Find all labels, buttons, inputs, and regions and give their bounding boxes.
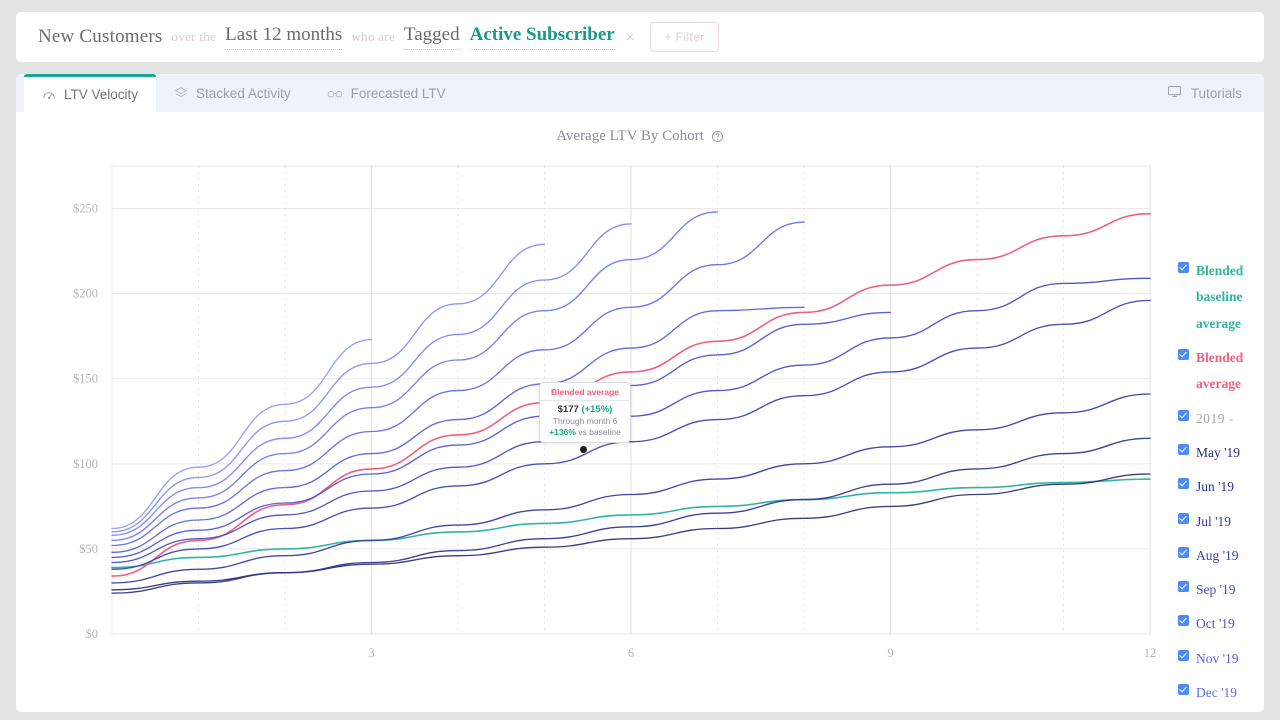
chart-region: Average LTV By Cohort $0 $50 $100 $150 $200 $… — [16, 112, 1264, 712]
chart-title-row: Average LTV By Cohort — [16, 112, 1264, 145]
legend-checkbox[interactable] — [1178, 513, 1189, 524]
legend-checkbox[interactable] — [1178, 650, 1189, 661]
legend-label: May '19 — [1196, 440, 1240, 466]
legend-label: Aug '19 — [1196, 543, 1239, 569]
tab-label: LTV Velocity — [64, 87, 138, 102]
chart-legend: Blended baseline average Blended average 2… — [1178, 258, 1264, 712]
legend-item-2019[interactable]: 2019 - — [1178, 406, 1264, 432]
legend-item-jul-19[interactable]: Jul '19 — [1178, 509, 1264, 535]
tab-ltv-velocity[interactable]: LTV Velocity — [24, 74, 156, 112]
tooltip-through: Through month 6 — [540, 416, 630, 426]
monitor-icon — [1167, 84, 1182, 102]
tooltip-marker-dot — [580, 446, 587, 453]
chart-tooltip: Blended average $177 (+15%) Through mont… — [539, 382, 631, 443]
tab-bar-spacer — [464, 74, 1145, 112]
tooltip-amount: $177 — [558, 404, 579, 415]
legend-item-blended-baseline-average[interactable]: Blended baseline average — [1178, 258, 1264, 337]
legend-label: Oct '19 — [1196, 611, 1235, 637]
page-title: Average LTV By Cohort — [556, 128, 704, 145]
app-page: New Customers over the Last 12 months wh… — [0, 0, 1280, 720]
svg-text:$0: $0 — [86, 627, 99, 641]
legend-label: Blended average — [1196, 345, 1264, 398]
legend-checkbox[interactable] — [1178, 478, 1189, 489]
svg-text:$250: $250 — [73, 202, 98, 216]
query-date-range[interactable]: Last 12 months — [225, 24, 342, 50]
tooltip-delta: (+15%) — [581, 404, 612, 415]
query-connector-who-are: who are — [351, 29, 395, 45]
svg-text:$50: $50 — [79, 542, 98, 556]
tooltip-baseline: +136% vs baseline — [540, 427, 630, 437]
tooltip-title: Blended average — [540, 387, 630, 401]
legend-checkbox[interactable] — [1178, 684, 1189, 695]
legend-checkbox[interactable] — [1178, 262, 1189, 273]
tutorials-label: Tutorials — [1191, 86, 1242, 101]
legend-item-dec-19[interactable]: Dec '19 — [1178, 680, 1264, 706]
tutorials-button[interactable]: Tutorials — [1145, 74, 1264, 112]
legend-label: Blended baseline average — [1196, 258, 1264, 337]
tab-label: Forecasted LTV — [351, 86, 446, 101]
legend-item-sep-19[interactable]: Sep '19 — [1178, 577, 1264, 603]
query-noun[interactable]: New Customers — [38, 26, 163, 48]
tab-stacked-activity[interactable]: Stacked Activity — [156, 74, 309, 112]
remove-filter-icon[interactable]: × — [626, 29, 635, 46]
analytics-card: LTV Velocity Stacked Activity Forecasted… — [16, 74, 1264, 712]
legend-item-may-19[interactable]: May '19 — [1178, 440, 1264, 466]
query-predicate[interactable]: Tagged — [404, 24, 460, 50]
svg-text:$100: $100 — [73, 457, 98, 471]
query-connector-over-the: over the — [172, 29, 217, 45]
tooltip-vs-value: +136% — [549, 427, 576, 437]
svg-text:12: 12 — [1144, 646, 1157, 660]
query-builder-bar: New Customers over the Last 12 months wh… — [16, 12, 1264, 62]
tab-forecasted-ltv[interactable]: Forecasted LTV — [309, 74, 464, 112]
layers-icon — [174, 86, 188, 100]
svg-text:$150: $150 — [73, 372, 98, 386]
legend-item-jun-19[interactable]: Jun '19 — [1178, 474, 1264, 500]
speedometer-icon — [42, 88, 56, 102]
binoculars-icon — [327, 86, 343, 100]
legend-label: Jul '19 — [1196, 509, 1231, 535]
legend-label: Jun '19 — [1196, 474, 1234, 500]
question-circle-icon[interactable] — [711, 130, 724, 143]
legend-item-aug-19[interactable]: Aug '19 — [1178, 543, 1264, 569]
legend-item-oct-19[interactable]: Oct '19 — [1178, 611, 1264, 637]
legend-checkbox[interactable] — [1178, 349, 1189, 360]
legend-checkbox[interactable] — [1178, 444, 1189, 455]
legend-checkbox[interactable] — [1178, 615, 1189, 626]
tab-bar: LTV Velocity Stacked Activity Forecasted… — [16, 74, 1264, 112]
legend-checkbox[interactable] — [1178, 581, 1189, 592]
legend-item-nov-19[interactable]: Nov '19 — [1178, 646, 1264, 672]
tooltip-vs-label: vs baseline — [576, 427, 621, 437]
legend-checkbox[interactable] — [1178, 410, 1189, 421]
legend-checkbox[interactable] — [1178, 547, 1189, 558]
legend-label: 2019 - — [1196, 406, 1234, 432]
legend-item-blended-average[interactable]: Blended average — [1178, 345, 1264, 398]
add-filter-button[interactable]: + Filter — [650, 22, 718, 52]
legend-label: Sep '19 — [1196, 577, 1236, 603]
svg-text:9: 9 — [887, 646, 893, 660]
tab-label: Stacked Activity — [196, 86, 291, 101]
query-tag-value[interactable]: Active Subscriber — [470, 24, 615, 50]
svg-text:3: 3 — [368, 646, 374, 660]
legend-label: Nov '19 — [1196, 646, 1239, 672]
legend-label: Dec '19 — [1196, 680, 1237, 706]
tooltip-value: $177 (+15%) — [540, 404, 630, 415]
svg-text:$200: $200 — [73, 287, 98, 301]
svg-text:6: 6 — [628, 646, 634, 660]
